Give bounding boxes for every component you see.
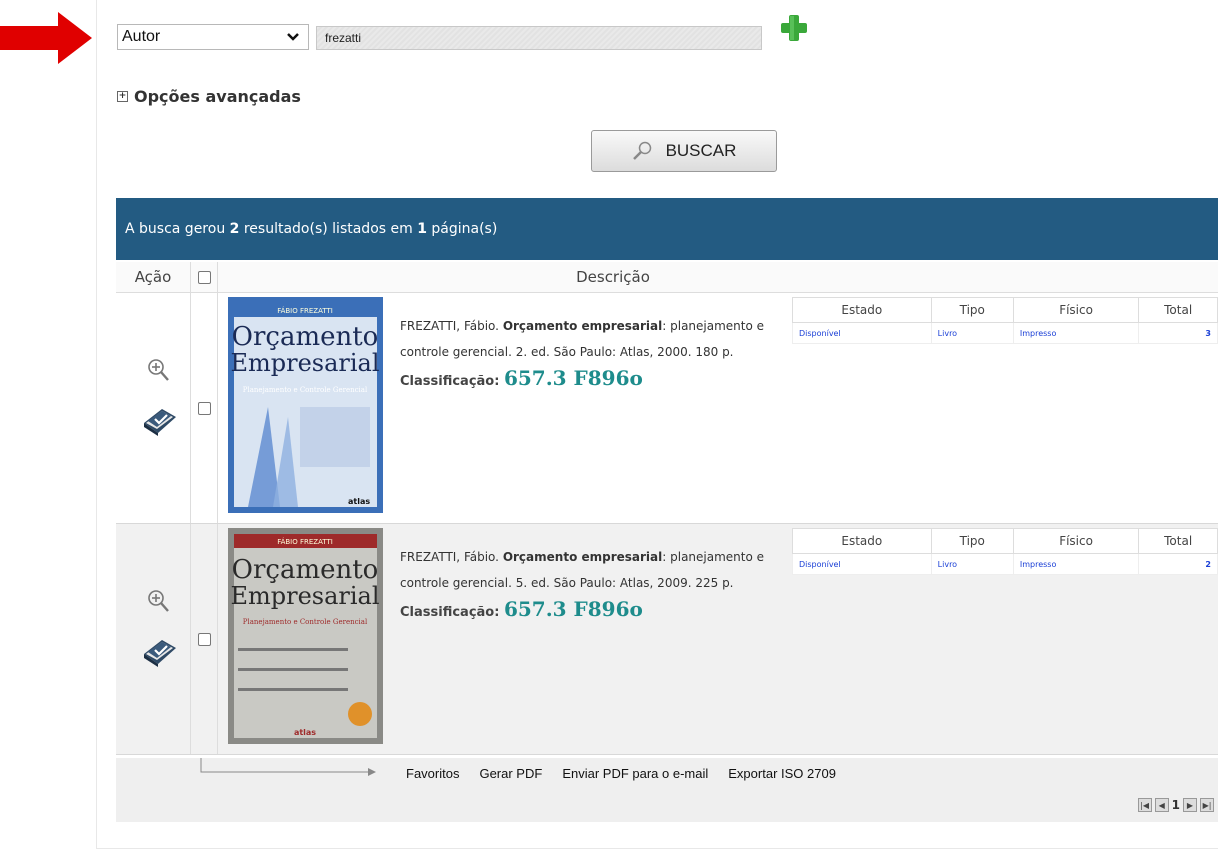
holdings-header-fisico: Físico xyxy=(1012,528,1140,554)
table-row: FÁBIO FREZATTI Orçamento Empresarial Pla… xyxy=(116,293,1218,524)
footer-actions: Favoritos Gerar PDF Enviar PDF para o e-… xyxy=(406,766,836,781)
header-descricao: Descrição xyxy=(576,268,650,286)
gerar-pdf-link[interactable]: Gerar PDF xyxy=(479,766,542,781)
holdings-total-link[interactable]: 3 xyxy=(1138,322,1218,344)
search-field-selected: Autor xyxy=(122,28,161,45)
search-button[interactable]: BUSCAR xyxy=(591,130,777,172)
cover-author: FÁBIO FREZATTI xyxy=(277,537,333,546)
select-all-checkbox[interactable] xyxy=(197,270,211,284)
next-page-icon[interactable]: ▶ xyxy=(1183,798,1197,812)
holdings-total-link[interactable]: 2 xyxy=(1138,553,1218,575)
classification-value: 657.3 F896o xyxy=(503,366,643,390)
holdings-tipo-link[interactable]: Livro xyxy=(930,553,1014,575)
holdings-header-estado: Estado xyxy=(792,297,932,323)
holdings-tipo-link[interactable]: Livro xyxy=(930,322,1014,344)
search-field-select[interactable]: Autor xyxy=(117,24,309,50)
zoom-in-icon[interactable] xyxy=(146,357,170,383)
add-field-icon[interactable] xyxy=(780,14,808,42)
first-page-icon[interactable]: |◀ xyxy=(1137,798,1152,812)
search-input[interactable] xyxy=(316,26,762,50)
magnifier-icon xyxy=(632,141,651,160)
prev-page-icon[interactable]: ◀ xyxy=(1154,798,1169,812)
exportar-iso-link[interactable]: Exportar ISO 2709 xyxy=(728,766,836,781)
chevron-down-icon xyxy=(287,33,299,41)
pagination: |◀ ◀ 1 ▶ ▶| xyxy=(1137,798,1214,812)
book-check-icon[interactable] xyxy=(142,634,178,668)
classification-label: Classificação: xyxy=(400,605,504,620)
holdings-estado-link[interactable]: Disponível xyxy=(792,322,932,344)
result-checkbox[interactable] xyxy=(197,401,211,415)
header-acao: Ação xyxy=(116,262,191,292)
holdings-fisico-link[interactable]: Impresso xyxy=(1012,553,1140,575)
cover-title-line2: Empresarial xyxy=(230,349,379,377)
enviar-pdf-email-link[interactable]: Enviar PDF para o e-mail xyxy=(562,766,708,781)
holdings-header-fisico: Físico xyxy=(1012,297,1140,323)
holdings-fisico-link[interactable]: Impresso xyxy=(1012,322,1140,344)
results-table: Ação Descrição FÁBIO FREZATTI Orçamento … xyxy=(116,262,1218,755)
result-description: FREZATTI, Fábio. Orçamento empresarial: … xyxy=(400,319,765,390)
result-description: FREZATTI, Fábio. Orçamento empresarial: … xyxy=(400,550,765,621)
results-footer: Favoritos Gerar PDF Enviar PDF para o e-… xyxy=(116,758,1218,822)
book-cover-image[interactable]: FÁBIO FREZATTI Orçamento Empresarial Pla… xyxy=(228,297,383,513)
cover-title-line1: Orçamento xyxy=(232,555,379,585)
book-check-icon[interactable] xyxy=(142,403,178,437)
table-row: FÁBIO FREZATTI Orçamento Empresarial Pla… xyxy=(116,524,1218,755)
result-checkbox[interactable] xyxy=(197,632,211,646)
cover-publisher: atlas xyxy=(348,497,370,506)
expand-box-icon: + xyxy=(117,91,128,102)
holdings-header-tipo: Tipo xyxy=(930,297,1014,323)
holdings-table: Estado Tipo Físico Total Disponível Livr… xyxy=(792,297,1218,344)
holdings-table: Estado Tipo Físico Total Disponível Livr… xyxy=(792,528,1218,575)
last-page-icon[interactable]: ▶| xyxy=(1200,798,1214,812)
holdings-header-tipo: Tipo xyxy=(930,528,1014,554)
favoritos-link[interactable]: Favoritos xyxy=(406,766,459,781)
zoom-in-icon[interactable] xyxy=(146,588,170,614)
selection-arrow-icon xyxy=(200,758,376,776)
holdings-header-total: Total xyxy=(1138,528,1218,554)
advanced-options-toggle[interactable]: + Opções avançadas xyxy=(117,87,301,106)
results-summary-bar: A busca gerou 2 resultado(s) listados em… xyxy=(116,198,1218,260)
cover-title-line2: Empresarial xyxy=(230,582,379,610)
advanced-options-label: Opções avançadas xyxy=(134,87,301,106)
classification-label: Classificação: xyxy=(400,374,504,389)
cover-subtitle: Planejamento e Controle Gerencial xyxy=(243,386,368,394)
cover-title-line1: Orçamento xyxy=(232,322,379,352)
results-summary: A busca gerou 2 resultado(s) listados em… xyxy=(125,221,498,237)
cover-publisher: atlas xyxy=(294,728,316,737)
cover-author: FÁBIO FREZATTI xyxy=(277,306,333,315)
table-header: Ação Descrição xyxy=(116,262,1218,293)
current-page[interactable]: 1 xyxy=(1172,798,1180,812)
classification-value: 657.3 F896o xyxy=(503,597,643,621)
holdings-estado-link[interactable]: Disponível xyxy=(792,553,932,575)
search-button-label: BUSCAR xyxy=(665,141,737,160)
cover-subtitle: Planejamento e Controle Gerencial xyxy=(243,618,368,626)
red-arrow-icon xyxy=(0,12,92,64)
book-cover-image[interactable]: FÁBIO FREZATTI Orçamento Empresarial Pla… xyxy=(228,528,383,744)
holdings-header-total: Total xyxy=(1138,297,1218,323)
holdings-header-estado: Estado xyxy=(792,528,932,554)
